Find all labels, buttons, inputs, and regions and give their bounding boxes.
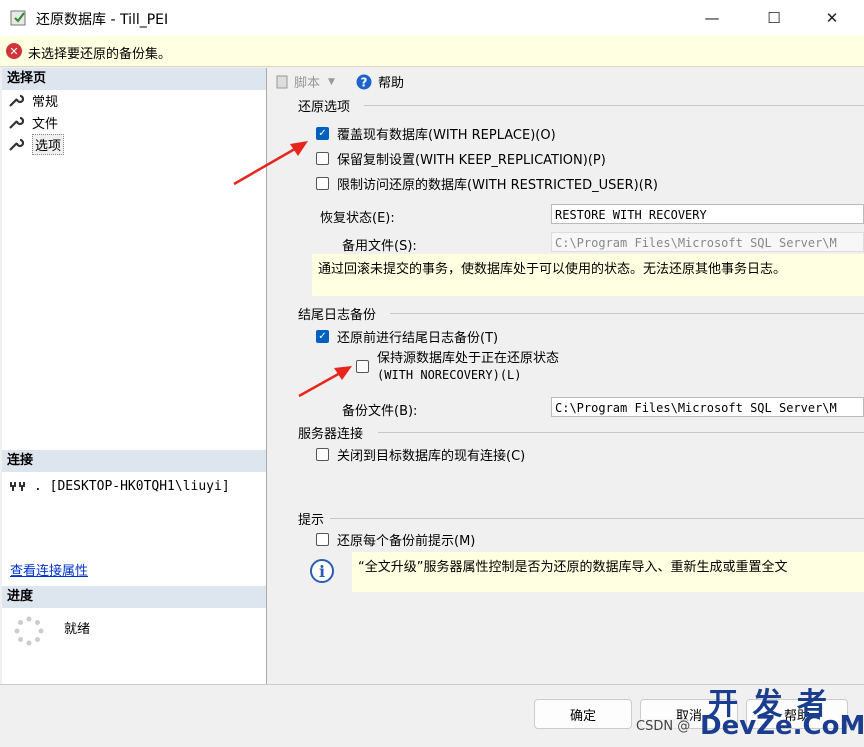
divider bbox=[330, 518, 864, 519]
restrict-access-checkbox[interactable]: 限制访问还原的数据库(WITH RESTRICTED_USER)(R) bbox=[316, 174, 658, 193]
leave-restoring-checkbox[interactable]: 保持源数据库处于正在还原状态 (WITH NORECOVERY)(L) bbox=[356, 351, 559, 383]
csdn-watermark: CSDN @ bbox=[636, 719, 691, 734]
ok-button[interactable]: 确定 bbox=[534, 699, 632, 729]
progress-spinner-icon bbox=[14, 616, 44, 646]
page-options[interactable]: 选项 bbox=[8, 133, 65, 155]
connection-header: 连接 bbox=[2, 450, 266, 472]
connection-icon bbox=[10, 482, 25, 491]
prompt-before-each-checkbox[interactable]: 还原每个备份前提示(M) bbox=[316, 530, 475, 549]
recovery-state-label: 恢复状态(E): bbox=[320, 211, 395, 226]
view-connection-properties-link[interactable]: 查看连接属性 bbox=[10, 560, 88, 579]
chevron-down-icon: ▼ bbox=[328, 76, 335, 87]
svg-text:?: ? bbox=[361, 75, 368, 89]
prompt-title: 提示 bbox=[298, 513, 325, 528]
backup-file-input[interactable]: C:\Program Files\Microsoft SQL Server\M bbox=[551, 397, 864, 417]
progress-status: 就绪 bbox=[64, 622, 91, 637]
wrench-icon bbox=[9, 94, 24, 107]
wrench-icon bbox=[9, 116, 24, 129]
standby-file-input[interactable]: C:\Program Files\Microsoft SQL Server\M bbox=[551, 232, 864, 252]
options-panel: 还原选项 ✓ 覆盖现有数据库(WITH REPLACE)(O) 保留复制设置(W… bbox=[268, 94, 864, 684]
server-connections-title: 服务器连接 bbox=[298, 427, 364, 442]
window-title: 还原数据库 - Till_PEI bbox=[36, 12, 169, 28]
page-files[interactable]: 文件 bbox=[8, 112, 58, 132]
script-icon bbox=[276, 75, 288, 88]
select-page-header: 选择页 bbox=[2, 68, 266, 90]
divider bbox=[378, 432, 864, 433]
page-general[interactable]: 常规 bbox=[8, 90, 58, 110]
error-bar: ✕ 未选择要还原的备份集。 bbox=[0, 36, 864, 67]
error-message: 未选择要还原的备份集。 bbox=[28, 47, 172, 62]
fulltext-info: “全文升级”服务器属性控制是否为还原的数据库导入、重新生成或重置全文 bbox=[352, 552, 864, 592]
error-icon: ✕ bbox=[6, 43, 22, 59]
divider bbox=[390, 313, 864, 314]
recovery-state-select[interactable]: RESTORE WITH RECOVERY bbox=[551, 204, 864, 224]
tail-log-title: 结尾日志备份 bbox=[298, 308, 377, 323]
backup-file-label: 备份文件(B): bbox=[342, 404, 418, 419]
checkbox-checked-icon: ✓ bbox=[316, 330, 329, 343]
connection-info: . [DESKTOP-HK0TQH1\liuyi] bbox=[8, 478, 230, 494]
title-bar: 还原数据库 - Till_PEI — ☐ ✕ bbox=[0, 0, 864, 36]
recovery-note: 通过回滚未提交的事务，使数据库处于可以使用的状态。无法还原其他事务日志。 bbox=[312, 254, 864, 296]
minimize-button[interactable]: — bbox=[680, 0, 744, 36]
maximize-button[interactable]: ☐ bbox=[742, 0, 806, 36]
wrench-icon bbox=[9, 138, 24, 151]
annotation-arrow-icon bbox=[233, 141, 308, 186]
help-icon: ? bbox=[356, 74, 372, 89]
tail-log-checkbox[interactable]: ✓ 还原前进行结尾日志备份(T) bbox=[316, 327, 498, 346]
script-button[interactable]: 脚本 ▼ bbox=[274, 72, 335, 91]
help-toolbar-button[interactable]: ? 帮助 bbox=[356, 72, 404, 91]
overwrite-checkbox[interactable]: ✓ 覆盖现有数据库(WITH REPLACE)(O) bbox=[316, 124, 556, 143]
keep-replication-checkbox[interactable]: 保留复制设置(WITH KEEP_REPLICATION)(P) bbox=[316, 149, 606, 168]
connection-value: . [DESKTOP-HK0TQH1\liuyi] bbox=[34, 478, 230, 494]
toolbar: 脚本 ▼ ? 帮助 bbox=[268, 68, 864, 94]
close-button[interactable]: ✕ bbox=[800, 0, 864, 36]
annotation-arrow-icon bbox=[298, 366, 352, 398]
divider bbox=[364, 105, 864, 106]
close-connections-checkbox[interactable]: 关闭到目标数据库的现有连接(C) bbox=[316, 445, 525, 464]
dialog-footer: 确定 取消 帮助 CSDN @ 开 发 者 DevZe.CoM bbox=[0, 684, 864, 747]
info-icon: i bbox=[310, 559, 334, 583]
database-icon bbox=[10, 10, 26, 26]
restore-options-title: 还原选项 bbox=[298, 100, 351, 115]
standby-file-label: 备用文件(S): bbox=[342, 239, 417, 254]
progress-header: 进度 bbox=[2, 586, 266, 608]
brand-watermark-bottom: DevZe.CoM bbox=[700, 711, 864, 741]
